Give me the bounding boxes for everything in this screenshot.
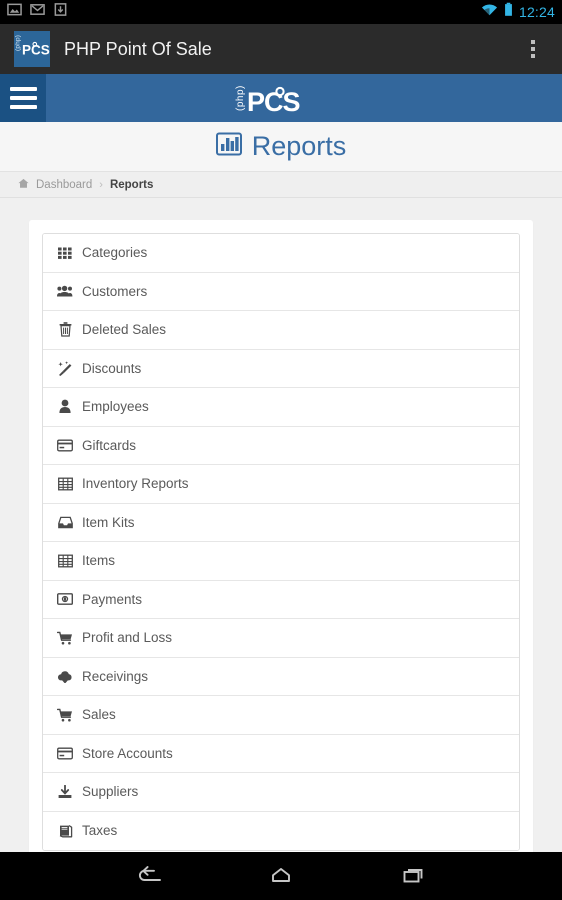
breadcrumb: Dashboard › Reports <box>0 172 562 198</box>
user-icon <box>57 399 73 414</box>
page-content: Categories Customers Deleted Sales Discount… <box>0 202 562 852</box>
grid-icon <box>57 246 73 260</box>
android-navigation-bar <box>0 852 562 900</box>
page-title: Reports <box>251 131 347 161</box>
list-item[interactable]: Receivings <box>43 657 519 696</box>
list-item[interactable]: Sales <box>43 696 519 735</box>
credit-card-icon <box>57 747 73 760</box>
wifi-icon <box>481 3 498 22</box>
list-item-label: Item Kits <box>82 514 135 530</box>
list-item-label: Taxes <box>82 823 118 839</box>
list-item-label: Customers <box>82 283 148 299</box>
site-navbar: (php) PCS <box>0 74 562 122</box>
hamburger-menu-icon[interactable] <box>0 74 46 122</box>
home-icon[interactable] <box>258 852 304 900</box>
inbox-icon <box>57 516 73 529</box>
credit-card-icon <box>57 439 73 452</box>
list-item[interactable]: Suppliers <box>43 773 519 812</box>
list-item-label: Inventory Reports <box>82 476 189 492</box>
users-icon <box>57 284 73 298</box>
recent-apps-icon[interactable] <box>390 852 436 900</box>
svg-text:PCS: PCS <box>22 43 50 58</box>
status-clock: 12:24 <box>518 4 555 20</box>
reports-list: Categories Customers Deleted Sales Discount… <box>42 233 520 851</box>
list-item-label: Receivings <box>82 668 149 684</box>
breadcrumb-item-reports: Reports <box>109 178 154 191</box>
device-screen: 12:24 (php) PCS PHP Point Of Sale (php) … <box>0 0 562 900</box>
status-system-icons: 12:24 <box>481 2 555 22</box>
list-item[interactable]: Payments <box>43 580 519 619</box>
list-item[interactable]: Categories <box>43 234 519 273</box>
navbar-brand-logo: (php) PCS <box>0 81 562 115</box>
reports-card: Categories Customers Deleted Sales Discount… <box>29 220 533 852</box>
download-tray-icon <box>57 784 73 799</box>
list-item[interactable]: Item Kits <box>43 503 519 542</box>
svg-text:PCS: PCS <box>247 87 300 115</box>
list-item-label: Sales <box>82 707 116 723</box>
list-item-label: Items <box>82 553 116 569</box>
list-item[interactable]: Customers <box>43 272 519 311</box>
list-item-label: Suppliers <box>82 784 139 800</box>
app-bar: (php) PCS PHP Point Of Sale <box>0 24 562 74</box>
cloud-download-icon <box>57 670 73 683</box>
list-item-label: Store Accounts <box>82 745 173 761</box>
table-icon <box>57 477 73 491</box>
list-item-label: Deleted Sales <box>82 322 167 338</box>
app-title: PHP Point Of Sale <box>64 38 212 59</box>
download-icon <box>53 2 68 22</box>
list-item-label: Employees <box>82 399 149 415</box>
svg-text:(php): (php) <box>235 85 246 111</box>
gallery-icon <box>7 2 22 22</box>
list-item-label: Categories <box>82 245 148 261</box>
book-icon <box>57 824 73 838</box>
list-item-label: Giftcards <box>82 437 137 453</box>
table-icon <box>57 554 73 568</box>
magic-wand-icon <box>57 360 73 376</box>
list-item[interactable]: Taxes <box>43 811 519 850</box>
list-item[interactable]: Inventory Reports <box>43 465 519 504</box>
gmail-icon <box>30 2 45 22</box>
bar-chart-icon <box>215 131 242 162</box>
list-item[interactable]: Items <box>43 542 519 581</box>
list-item[interactable]: Discounts <box>43 349 519 388</box>
app-logo: (php) PCS <box>14 31 50 67</box>
home-icon[interactable] <box>18 178 29 192</box>
battery-icon <box>504 2 513 22</box>
breadcrumb-separator-icon: › <box>99 178 103 191</box>
shopping-cart-icon <box>57 631 73 645</box>
list-item[interactable]: Employees <box>43 388 519 427</box>
android-status-bar: 12:24 <box>0 0 562 24</box>
breadcrumb-item-dashboard[interactable]: Dashboard <box>36 179 92 191</box>
svg-text:(php): (php) <box>15 35 22 51</box>
list-item[interactable]: Profit and Loss <box>43 619 519 658</box>
list-item-label: Discounts <box>82 360 142 376</box>
list-item-label: Profit and Loss <box>82 630 173 646</box>
page-header: Reports <box>0 122 562 172</box>
list-item[interactable]: Deleted Sales <box>43 311 519 350</box>
list-item[interactable]: Store Accounts <box>43 734 519 773</box>
shopping-cart-icon <box>57 708 73 722</box>
money-bill-icon <box>57 593 73 606</box>
trash-icon <box>57 322 73 337</box>
back-icon[interactable] <box>126 852 172 900</box>
list-item[interactable]: Giftcards <box>43 426 519 465</box>
status-notification-icons <box>7 2 68 22</box>
overflow-menu-icon[interactable] <box>520 24 546 74</box>
list-item-label: Payments <box>82 591 143 607</box>
